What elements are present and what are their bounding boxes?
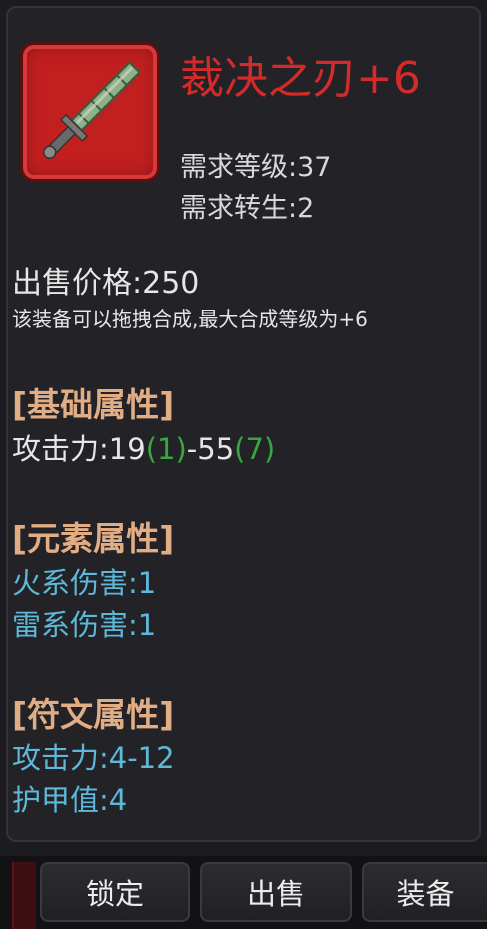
rune-attributes-heading: [符文属性] (12, 695, 175, 734)
required-level: 需求等级:37 (180, 152, 332, 183)
lock-button[interactable]: 锁定 (40, 862, 190, 922)
required-rebirth: 需求转生:2 (180, 193, 315, 224)
thunder-damage-stat: 雷系伤害:1 (12, 608, 157, 642)
sell-button[interactable]: 出售 (200, 862, 352, 922)
basic-attributes-heading: [基础属性] (12, 385, 175, 424)
merge-note: 该装备可以拖拽合成,最大合成等级为+6 (12, 307, 368, 331)
equip-button[interactable]: 装备 (362, 862, 487, 922)
sell-price: 出售价格:250 (12, 266, 200, 301)
element-attributes-heading: [元素属性] (12, 519, 175, 558)
item-name: 裁决之刃+6 (180, 53, 421, 104)
rune-armor-stat: 护甲值:4 (12, 783, 128, 817)
basic-attack-stat: 攻击力:19(1)-55(7) (12, 426, 275, 468)
side-decoration (12, 862, 36, 929)
attack-min-bonus: (1) (145, 432, 187, 466)
fire-damage-stat: 火系伤害:1 (12, 566, 157, 600)
attack-max-text: -55 (186, 432, 235, 466)
item-icon-frame[interactable] (20, 42, 160, 182)
rune-attack-stat: 攻击力:4-12 (12, 741, 175, 775)
attack-min-text: 攻击力:19 (12, 432, 146, 466)
jade-sword-icon (42, 61, 141, 160)
attack-max-bonus: (7) (234, 432, 276, 466)
